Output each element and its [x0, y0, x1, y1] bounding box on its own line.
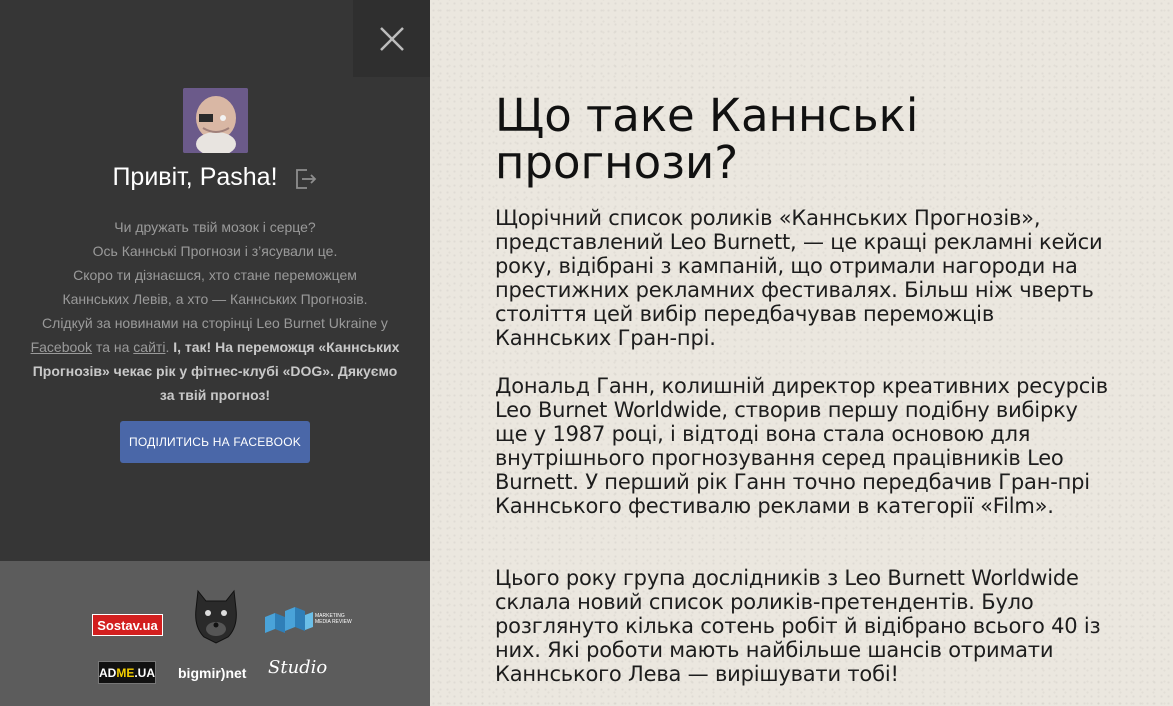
- intro-text: Чи дружать твій мозок і серце? Ось Каннс…: [25, 215, 405, 407]
- intro-line: Ось Каннські Прогнози і з’ясували це.: [92, 243, 338, 259]
- greeting-text: Привіт, Pasha!: [112, 163, 278, 191]
- close-button[interactable]: [353, 0, 430, 77]
- adme-logo[interactable]: AD ME .UA: [98, 661, 156, 684]
- mmr-label: MARKETING MEDIA REVIEW: [315, 613, 352, 625]
- main-content: Що таке Каннські прогнози? Щорічний спис…: [430, 0, 1173, 706]
- adme-ad: AD: [99, 665, 117, 680]
- close-icon: [379, 26, 404, 51]
- intro-connector: та на: [92, 339, 134, 355]
- partners-logos: Sostav.ua MARKETING MEDIA REVIEW AD ME .UA: [0, 561, 430, 706]
- studio-logo[interactable]: Studio: [268, 657, 332, 687]
- dog-logo[interactable]: [192, 587, 240, 645]
- facebook-link[interactable]: Facebook: [31, 339, 92, 355]
- site-link[interactable]: сайті: [133, 339, 165, 355]
- paragraph-intro: Щорічний список роликів «Каннських Прогн…: [495, 206, 1103, 350]
- intro-line: Скоро ти дізнаєшся, хто стане переможцем: [73, 267, 357, 283]
- paragraph-history: Дональд Ганн, колишній директор креативн…: [495, 374, 1108, 518]
- intro-line: Каннських Левів, а хто — Каннських Прогн…: [62, 291, 368, 307]
- paragraph-this-year: Цього року група дослідників з Leo Burne…: [495, 566, 1101, 686]
- bigmir-logo[interactable]: bigmir)net: [178, 665, 252, 683]
- intro-line: Чи дружать твій мозок і серце?: [114, 219, 316, 235]
- logout-icon[interactable]: [294, 167, 318, 191]
- sostav-logo[interactable]: Sostav.ua: [92, 614, 163, 636]
- adme-me: ME: [116, 665, 135, 680]
- share-facebook-button[interactable]: ПОДІЛИТИСЬ НА FACEBOOK: [120, 421, 310, 463]
- avatar: [183, 88, 248, 153]
- intro-line: Слідкуй за новинами на сторінці Leo Burn…: [42, 315, 388, 331]
- adme-ua: .UA: [134, 665, 156, 680]
- marketing-media-review-logo[interactable]: MARKETING MEDIA REVIEW: [265, 607, 353, 637]
- greeting: Привіт, Pasha!: [0, 163, 430, 192]
- sidebar: Привіт, Pasha! Чи дружать твій мозок і с…: [0, 0, 430, 706]
- page-title: Що таке Каннські прогнози?: [495, 89, 919, 189]
